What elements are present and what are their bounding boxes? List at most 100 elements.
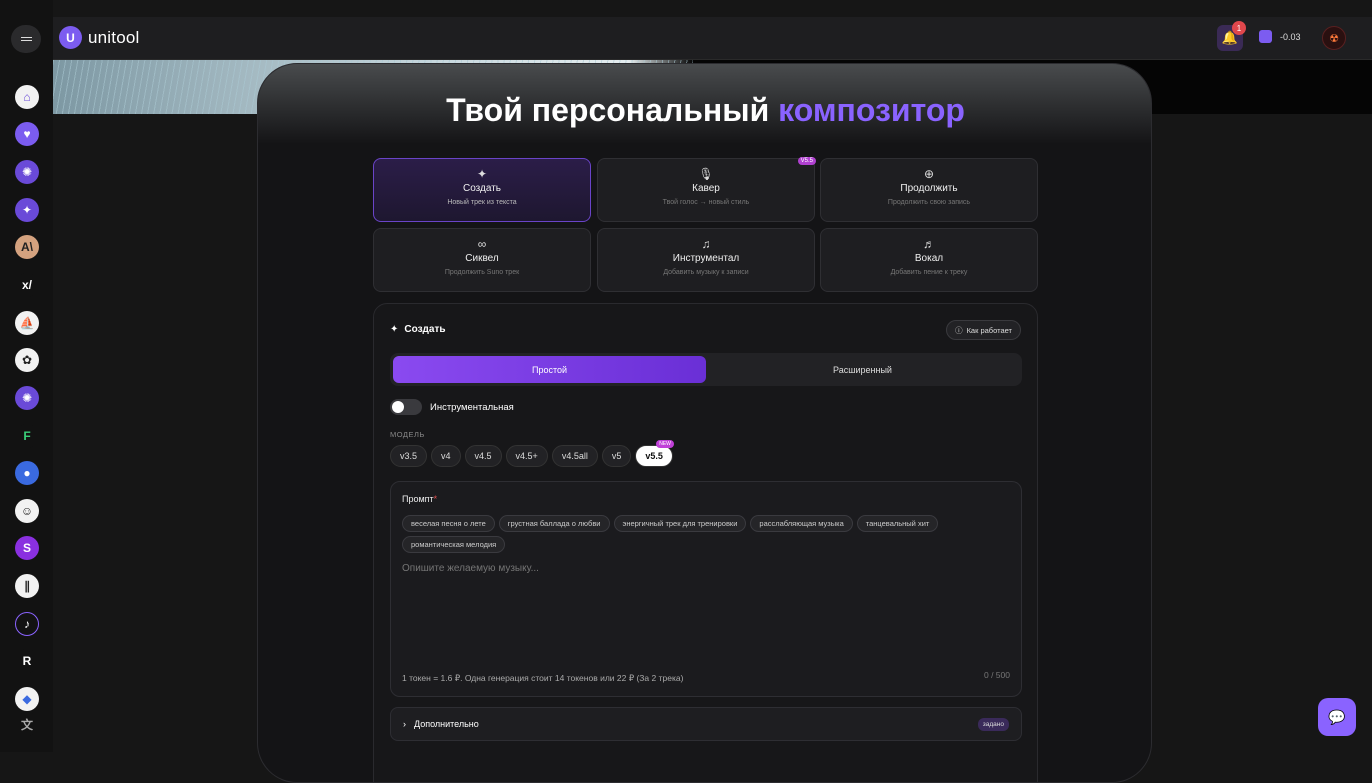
tab-simple[interactable]: Простой (393, 356, 706, 383)
mode-create-card[interactable]: ✦ Создать Новый трек из текста (373, 158, 591, 222)
mode-sequel-icon: ∞ (477, 237, 487, 251)
mode-instrumental-title: Инструментал (672, 253, 740, 264)
coins-icon (1259, 30, 1272, 43)
prompt-input[interactable] (402, 563, 1002, 574)
page-title: Твой персональный композитор (258, 92, 1151, 129)
mode-create-icon: ✦ (476, 167, 488, 181)
user-avatar[interactable]: ☢ (1322, 26, 1346, 50)
mode-cover-title: Кавер (692, 183, 720, 194)
mode-instrumental-icon: ♫ (701, 237, 711, 251)
how-it-works-label: Как работает (966, 325, 1012, 335)
model-option-label: v4.5 (474, 451, 492, 461)
grok-icon[interactable]: x/ (15, 273, 39, 297)
model-option-v3-5[interactable]: v3.5 (390, 445, 428, 467)
required-mark: * (433, 494, 438, 504)
openai-alt-icon[interactable]: ✺ (15, 386, 39, 410)
flux-icon[interactable]: F (15, 424, 39, 448)
create-form: ✦ Создать ⓘ Как работает Простой Расшире… (373, 303, 1038, 782)
menu-button[interactable] (11, 25, 41, 53)
mode-sequel-title: Сиквел (465, 253, 499, 264)
mode-continue-subtitle: Продолжить свою запись (887, 199, 971, 206)
brand-name: unitool (88, 27, 140, 47)
mode-vocal-title: Вокал (914, 253, 944, 264)
additional-badge: задано (977, 717, 1009, 731)
prompt-chip[interactable]: грустная баллада о любви (498, 515, 610, 532)
balance[interactable]: -0.03 (1259, 30, 1301, 43)
suno-icon[interactable]: ♪ (15, 612, 39, 636)
mode-create-title: Создать (462, 183, 501, 194)
new-badge: NEW (656, 440, 674, 448)
mode-instrumental-subtitle: Добавить музыку к записи (663, 269, 749, 276)
mode-cover-card[interactable]: 🎙 Кавер Твой голос → новый стиль V5.5 (597, 157, 816, 222)
token-note: 1 токен = 1.6 ₽. Одна генерация стоит 14… (402, 673, 684, 683)
model-option-label: v3.5 (400, 451, 418, 461)
s-dot-icon[interactable]: S (15, 536, 39, 560)
palette-icon[interactable]: ● (15, 461, 39, 485)
mode-instrumental-card[interactable]: ♫ Инструментал Добавить музыку к записи (597, 228, 815, 292)
mode-continue-card[interactable]: ⊕ Продолжить Продолжить свою запись (820, 158, 1038, 222)
mode-continue-icon: ⊕ (923, 167, 935, 181)
sparkle-icon[interactable]: ✦ (15, 198, 39, 222)
model-label: МОДЕЛЬ (390, 430, 425, 439)
create-heading-text: Создать (404, 324, 446, 335)
prompt-box: Промпт* веселая песня о лете грустная бал… (390, 481, 1022, 697)
sparkle-icon: ✦ (390, 324, 399, 335)
mode-cover-subtitle: Твой голос → новый стиль (662, 199, 750, 206)
sail-icon[interactable]: ⛵ (15, 311, 39, 335)
additional-settings-toggle[interactable]: › Дополнительно задано (390, 707, 1022, 741)
instrumental-toggle-row: Инструментальная (390, 399, 514, 415)
char-counter: 0 / 500 (984, 670, 1010, 680)
prompt-suggestions: веселая песня о лете грустная баллада о л… (402, 515, 1012, 553)
translate-icon[interactable]: 文 (15, 712, 39, 736)
model-option-v4-5[interactable]: v4.5 (464, 445, 502, 467)
home-icon[interactable]: ⌂ (15, 85, 39, 109)
pause-icon[interactable]: ∥ (15, 574, 39, 598)
model-option-label: v5 (611, 451, 622, 461)
mode-sequel-card[interactable]: ∞ Сиквел Продолжить Suno трек (373, 228, 591, 292)
logo-icon: U (59, 26, 82, 49)
model-option-v4-5all[interactable]: v4.5all (551, 445, 598, 467)
prompt-chip[interactable]: энергичный трек для тренировки (613, 515, 747, 532)
question-icon: ⓘ (955, 325, 963, 335)
title-main: Твой персональный (446, 92, 779, 128)
instrumental-label: Инструментальная (430, 401, 514, 413)
mode-vocal-card[interactable]: ♬ Вокал Добавить пение к треку (820, 228, 1038, 292)
mode-tabs: Простой Расширенный (390, 353, 1022, 386)
model-option-label: v4.5+ (515, 451, 538, 461)
model-option-label: v4.5all (561, 451, 588, 461)
mode-cover-icon: 🎙 (698, 167, 714, 181)
model-option-v5[interactable]: v5 (601, 445, 632, 467)
prompt-chip[interactable]: танцевальный хит (856, 515, 939, 532)
prompt-chip[interactable]: веселая песня о лете (402, 515, 495, 532)
prompt-chip[interactable]: расслабляющая музыка (750, 515, 853, 532)
r-icon[interactable]: R (15, 649, 39, 673)
cube-icon[interactable]: ◆ (15, 687, 39, 711)
model-option-v5-5[interactable]: v5.5 NEW (635, 440, 674, 467)
prompt-chip[interactable]: романтическая мелодия (402, 536, 506, 553)
heart-icon[interactable]: ♥ (15, 122, 39, 146)
model-selector: v3.5 v4 v4.5 v4.5+ v4.5all v5 v5.5 NEW (390, 440, 674, 467)
chat-support-button[interactable]: 💬 (1318, 698, 1356, 736)
aperture-icon[interactable]: ✿ (15, 348, 39, 372)
model-option-v4[interactable]: v4 (431, 445, 461, 467)
anthropic-icon[interactable]: A\ (15, 235, 39, 259)
model-option-label: v4 (441, 451, 451, 461)
model-option-v4-5-[interactable]: v4.5+ (505, 445, 548, 467)
tab-advanced[interactable]: Расширенный (706, 356, 1019, 383)
version-badge: V5.5 (797, 157, 816, 165)
hamburger-icon (20, 36, 32, 39)
mode-vocal-subtitle: Добавить пение к треку (890, 269, 968, 276)
instrumental-toggle[interactable] (390, 399, 422, 415)
how-it-works-button[interactable]: ⓘ Как работает (946, 320, 1021, 340)
prompt-label-text: Промпт (402, 494, 434, 504)
face-icon[interactable]: ☺ (15, 499, 39, 523)
composer-panel: Твой персональный композитор ✦ Создать Нов… (257, 63, 1152, 783)
prompt-label: Промпт* (402, 494, 437, 504)
mode-continue-title: Продолжить (900, 183, 958, 194)
mode-sequel-subtitle: Продолжить Suno трек (444, 269, 520, 276)
openai-icon[interactable]: ✺ (15, 160, 39, 184)
mode-create-subtitle: Новый трек из текста (447, 199, 517, 206)
logo[interactable]: U unitool (59, 26, 140, 49)
additional-label: Дополнительно (414, 719, 479, 729)
topbar: U unitool 🔔 1 -0.03 ☢ (53, 17, 1372, 60)
